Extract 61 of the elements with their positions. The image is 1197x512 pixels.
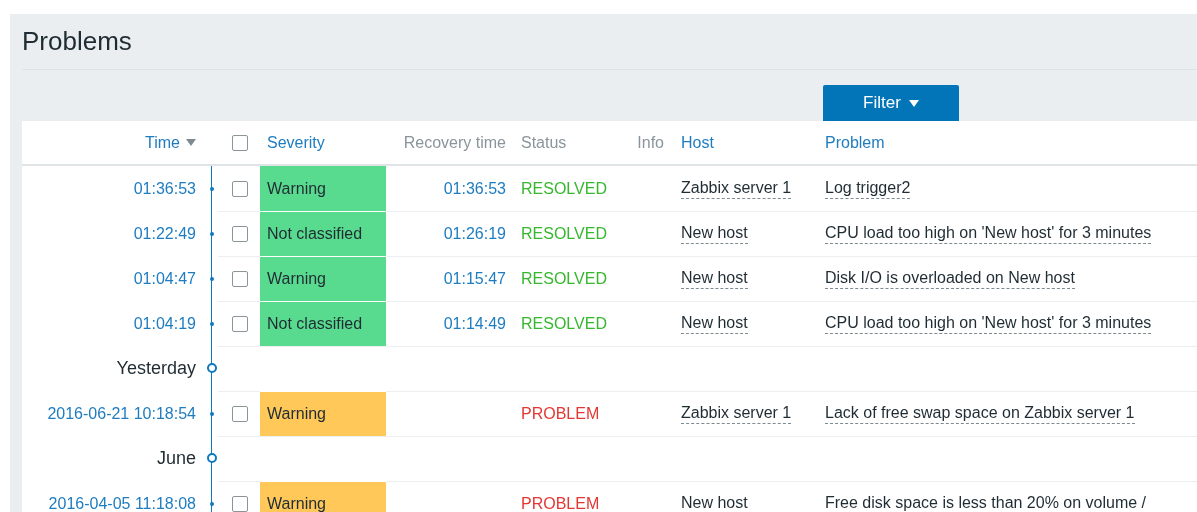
row-checkbox[interactable] <box>232 316 248 332</box>
column-header: Info <box>637 133 664 152</box>
recovery-time-link[interactable]: 01:36:53 <box>443 180 506 198</box>
row-checkbox[interactable] <box>232 406 248 422</box>
problem-link[interactable]: Log trigger2 <box>825 179 911 199</box>
status-text: PROBLEM <box>521 495 600 512</box>
time-link[interactable]: 2016-04-05 11:18:08 <box>48 494 196 512</box>
column-header: Status <box>521 133 567 152</box>
severity-cell: Warning <box>260 256 386 301</box>
recovery-time-link[interactable]: 01:26:19 <box>443 225 506 243</box>
row-checkbox[interactable] <box>232 226 248 242</box>
time-link[interactable]: 01:04:19 <box>133 314 196 333</box>
problem-link[interactable]: CPU load too high on 'New host' for 3 minutes <box>825 224 1152 244</box>
host-link[interactable]: Zabbix server 1 <box>681 179 792 199</box>
recovery-time-link[interactable]: 01:15:47 <box>443 270 506 288</box>
host-link[interactable]: New host <box>681 314 748 334</box>
severity-cell: Not classified <box>260 301 386 346</box>
time-link[interactable]: 01:04:47 <box>133 269 196 288</box>
status-text: RESOLVED <box>521 180 607 198</box>
row-checkbox[interactable] <box>232 271 248 287</box>
severity-cell: Warning <box>260 481 386 512</box>
filter-button[interactable]: Filter <box>823 85 959 121</box>
timeline-dot-icon <box>210 277 214 281</box>
select-all-checkbox[interactable] <box>232 134 248 151</box>
column-header[interactable]: Time <box>145 133 180 152</box>
timeline-dot-icon <box>210 187 214 191</box>
severity-cell: Not classified <box>260 211 386 256</box>
column-header[interactable]: Problem <box>825 133 885 152</box>
timeline-dot-icon <box>210 412 214 416</box>
problem-link[interactable]: Lack of free swap space on Zabbix server 1 <box>825 404 1135 424</box>
recovery-time-link[interactable]: 01:14:49 <box>443 315 506 333</box>
date-label: June <box>156 448 196 469</box>
host-link[interactable]: Zabbix server 1 <box>681 404 792 424</box>
time-link[interactable]: 01:36:53 <box>133 179 196 198</box>
host-link[interactable]: New host <box>681 224 748 244</box>
column-header[interactable]: Host <box>681 133 714 152</box>
timeline-marker-icon <box>207 453 217 463</box>
date-label: Yesterday <box>116 358 196 379</box>
row-checkbox[interactable] <box>232 181 248 197</box>
status-text: RESOLVED <box>521 315 607 333</box>
page-title: Problems <box>21 25 133 56</box>
caret-icon <box>908 99 919 107</box>
severity-cell: Warning <box>260 166 386 211</box>
timeline-dot-icon <box>210 232 214 236</box>
status-text: RESOLVED <box>521 225 607 243</box>
timeline-dot-icon <box>210 502 214 506</box>
column-header[interactable]: Severity <box>267 133 325 152</box>
time-link[interactable]: 2016-06-21 10:18:54 <box>47 404 196 423</box>
status-text: PROBLEM <box>521 405 600 423</box>
timeline-dot-icon <box>210 322 214 326</box>
column-header: Recovery time <box>403 133 506 152</box>
row-checkbox[interactable] <box>232 496 248 512</box>
timeline-marker-icon <box>207 363 217 373</box>
host-link[interactable]: New host <box>681 494 748 512</box>
status-text: RESOLVED <box>521 270 607 288</box>
problem-link[interactable]: Disk I/O is overloaded on New host <box>825 269 1075 289</box>
time-link[interactable]: 01:22:49 <box>133 224 196 243</box>
problem-link[interactable]: CPU load too high on 'New host' for 3 minutes <box>825 314 1152 334</box>
problem-link[interactable]: Free disk space is less than 20% on volume / <box>825 494 1147 512</box>
severity-cell: Warning <box>260 391 386 436</box>
host-link[interactable]: New host <box>681 269 748 289</box>
